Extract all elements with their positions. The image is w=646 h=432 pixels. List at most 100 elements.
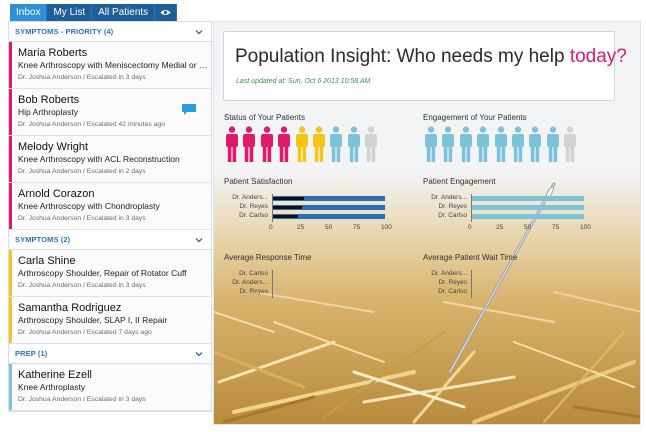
patient-meta: Dr. Joshua Anderson / Escalated 7 days a… bbox=[18, 329, 152, 336]
tab-inbox[interactable]: Inbox bbox=[10, 4, 48, 21]
person-icon bbox=[494, 126, 507, 162]
person-icon bbox=[365, 126, 378, 162]
priority-bar bbox=[9, 136, 12, 182]
tab-bar: Inbox My List All Patients bbox=[10, 4, 178, 21]
chart-tick-label: 0 bbox=[468, 224, 472, 231]
patient-meta: Dr. Joshua Anderson / Escalated in 3 day… bbox=[18, 74, 146, 81]
status-people bbox=[225, 126, 378, 162]
patient-name: Carla Shine bbox=[18, 255, 76, 267]
person-icon bbox=[477, 126, 490, 162]
satisfaction-chart: Dr. Anders... Dr. Reyes Dr. Carlso 0 25 50 75 1… bbox=[224, 194, 414, 244]
chart-category-label: Dr. Reyes bbox=[438, 279, 467, 286]
patient-engagement-title: Patient Engagement bbox=[423, 177, 496, 186]
chart-tick-label: 75 bbox=[353, 224, 361, 231]
chart-category-label: Dr. Carlso bbox=[239, 212, 268, 219]
chart-tick-label: 100 bbox=[381, 224, 392, 231]
group-header[interactable]: SYMPTOMS - PRIORITY (4) bbox=[9, 22, 211, 42]
wait-time-title: Average Patient Wait Time bbox=[423, 253, 518, 262]
patient-name: Samantha Rodriguez bbox=[18, 302, 122, 314]
person-icon bbox=[529, 126, 542, 162]
chart-tick-label: 0 bbox=[269, 224, 273, 231]
chart-bar bbox=[273, 215, 298, 218]
chevron-down-icon[interactable] bbox=[195, 350, 203, 358]
group-title: SYMPTOMS - PRIORITY (4) bbox=[15, 27, 114, 36]
priority-bar bbox=[9, 183, 12, 229]
engagement-people-title: Engagement of Your Patients bbox=[423, 113, 527, 122]
page-title: Population Insight: Who needs my help to… bbox=[235, 46, 627, 68]
chart-tick-label: 25 bbox=[496, 224, 504, 231]
engagement-chart: Dr. Anders... Dr. Reyes Dr. Carlso 0 25 50 75 1… bbox=[423, 194, 613, 244]
chart-category-label: Dr. Carlso bbox=[438, 212, 467, 219]
patient-row[interactable]: Melody Wright Knee Arthroscopy with ACL R… bbox=[9, 136, 211, 183]
patient-name: Maria Roberts bbox=[18, 47, 88, 59]
patient-meta: Dr. Joshua Anderson / Escalated 42 minut… bbox=[18, 121, 165, 128]
priority-bar bbox=[9, 42, 12, 88]
person-icon bbox=[459, 126, 472, 162]
group-title: PREP (1) bbox=[15, 349, 48, 358]
person-icon bbox=[511, 126, 524, 162]
chart-category-label: Dr. Carlso bbox=[239, 270, 268, 277]
tab-my-list[interactable]: My List bbox=[47, 4, 93, 21]
patient-row[interactable]: Katherine Ezell Knee Arthroplasty Dr. Josh… bbox=[9, 364, 211, 411]
group-header[interactable]: PREP (1) bbox=[9, 344, 211, 364]
patient-row[interactable]: Maria Roberts Knee Arthroscopy with Menis… bbox=[9, 42, 211, 89]
chart-tick-label: 100 bbox=[580, 224, 591, 231]
patient-row[interactable]: Samantha Rodriguez Arthroscopy Shoulder, … bbox=[9, 297, 211, 344]
patient-meta: Dr. Joshua Anderson / Escalated in 3 day… bbox=[18, 396, 146, 403]
chat-bubble-icon[interactable] bbox=[181, 103, 197, 116]
tab-view-toggle[interactable] bbox=[155, 4, 178, 21]
title-text: Population Insight: Who needs my help bbox=[235, 46, 570, 67]
patient-row[interactable]: Carla Shine Arthroscopy Shoulder, Repair … bbox=[9, 250, 211, 297]
status-title: Status of Your Patients bbox=[224, 113, 305, 122]
person-icon bbox=[564, 126, 577, 162]
chevron-down-icon[interactable] bbox=[195, 236, 203, 244]
patient-meta: Dr. Joshua Anderson / Escalated in 3 day… bbox=[18, 215, 146, 222]
chevron-down-icon[interactable] bbox=[195, 28, 203, 36]
chart-category-label: Dr. Reyes bbox=[438, 203, 467, 210]
person-icon bbox=[347, 126, 360, 162]
tab-all-patients[interactable]: All Patients bbox=[92, 4, 156, 21]
patient-row[interactable]: Bob Roberts Hip Arthroplasty Dr. Joshua An… bbox=[9, 89, 211, 136]
chart-axis bbox=[272, 270, 273, 298]
person-icon bbox=[260, 126, 273, 162]
response-time-title: Average Response Time bbox=[224, 253, 312, 262]
chart-bar bbox=[472, 214, 584, 219]
app-window: Inbox My List All Patients SYMPTOMS - PR… bbox=[0, 0, 646, 432]
chart-category-label: Dr. Anders... bbox=[232, 279, 268, 286]
patient-name: Arnold Corazon bbox=[18, 188, 95, 200]
person-icon bbox=[243, 126, 256, 162]
insight-header: Population Insight: Who needs my help to… bbox=[223, 31, 627, 101]
patient-meta: Dr. Joshua Anderson / Escalated in 2 day… bbox=[18, 168, 146, 175]
person-icon bbox=[425, 126, 437, 162]
chart-tick-label: 75 bbox=[552, 224, 560, 231]
satisfaction-title: Patient Satisfaction bbox=[224, 177, 293, 186]
patient-sidebar: SYMPTOMS - PRIORITY (4) Maria Roberts Knee… bbox=[8, 21, 212, 412]
patient-name: Katherine Ezell bbox=[18, 369, 92, 381]
patient-procedure: Arthroscopy Shoulder, SLAP I, II Repair bbox=[18, 315, 168, 325]
person-icon bbox=[278, 126, 291, 162]
priority-bar bbox=[9, 89, 12, 135]
chart-bar bbox=[472, 205, 584, 210]
chart-bar bbox=[273, 197, 305, 200]
patient-procedure: Arthroscopy Shoulder, Repair of Rotator … bbox=[18, 268, 187, 278]
chart-category-label: Dr. Reyes bbox=[239, 288, 268, 295]
patient-procedure: Knee Arthroscopy with ACL Reconstruction bbox=[18, 154, 180, 164]
chart-category-label: Dr. Anders... bbox=[431, 270, 467, 277]
chart-tick-label: 50 bbox=[524, 224, 532, 231]
last-updated: Last updated at: Sun, Oct 6 2013 10:58 A… bbox=[236, 78, 371, 85]
group-header[interactable]: SYMPTOMS (2) bbox=[9, 230, 211, 250]
patient-procedure: Knee Arthroplasty bbox=[18, 382, 86, 392]
person-icon bbox=[546, 126, 559, 162]
chart-tick-label: 50 bbox=[325, 224, 333, 231]
patient-procedure: Knee Arthroscopy with Meniscectomy Media… bbox=[18, 60, 210, 70]
response-time-chart: Dr. Carlso Dr. Anders... Dr. Reyes bbox=[224, 270, 414, 310]
patient-name: Bob Roberts bbox=[18, 94, 80, 106]
dashboard-panel: Population Insight: Who needs my help to… bbox=[213, 21, 641, 425]
person-icon bbox=[442, 126, 455, 162]
group-title: SYMPTOMS (2) bbox=[15, 235, 71, 244]
patient-name: Melody Wright bbox=[18, 141, 89, 153]
chart-category-label: Dr. Anders... bbox=[431, 194, 467, 201]
patient-row[interactable]: Arnold Corazon Knee Arthroscopy with Chon… bbox=[9, 183, 211, 230]
priority-bar bbox=[9, 250, 12, 296]
person-icon bbox=[226, 126, 238, 162]
